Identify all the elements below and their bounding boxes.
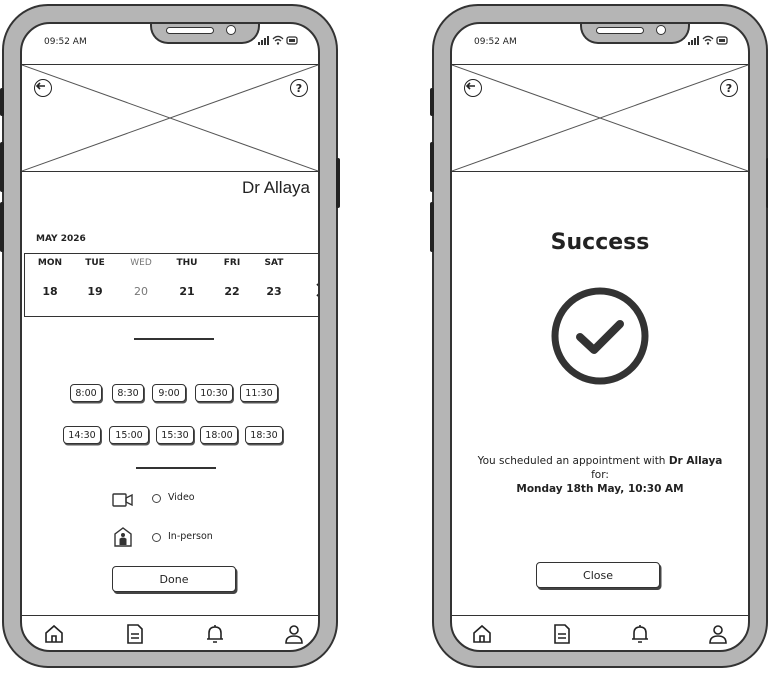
day-mon[interactable]: MON 18 [30, 254, 70, 298]
back-arrow-icon[interactable] [34, 79, 52, 97]
day-name: TUE [85, 258, 105, 268]
bottom-nav [22, 615, 318, 650]
day-name: WED [130, 258, 152, 268]
time-slot[interactable]: 18:30 [245, 426, 283, 444]
document-icon[interactable] [126, 624, 144, 648]
in-person-icon [113, 527, 133, 551]
day-thu[interactable]: THU 21 [167, 254, 207, 298]
week-selector: MON 18 TUE 19 WED 20 THU 21 FRI 22 SAT 2… [24, 253, 318, 317]
time-slot[interactable]: 8:30 [112, 384, 144, 402]
hero-image-placeholder: ? [22, 64, 318, 172]
time-slot[interactable]: 14:30 [63, 426, 101, 444]
day-date: 18 [42, 285, 58, 298]
help-icon[interactable]: ? [720, 79, 738, 97]
hero-image-placeholder: ? [452, 64, 748, 172]
day-tue[interactable]: TUE 19 [75, 254, 115, 298]
side-button [430, 88, 434, 116]
doctor-name: Dr Allaya [241, 178, 310, 197]
day-name: FRI [223, 258, 241, 268]
camera [656, 25, 666, 35]
side-button [430, 142, 434, 192]
day-wed: WED 20 [121, 254, 161, 298]
message-prefix: You scheduled an appointment with [477, 455, 666, 467]
divider [134, 338, 214, 340]
day-fri[interactable]: FRI 22 [212, 254, 252, 298]
day-date: 22 [224, 285, 240, 298]
success-title: Success [550, 230, 650, 255]
bell-icon[interactable] [630, 624, 650, 648]
radio-video[interactable] [152, 494, 161, 503]
day-name: SAT [264, 258, 284, 268]
time-slot[interactable]: 18:00 [200, 426, 238, 444]
home-icon[interactable] [44, 624, 64, 648]
booking-screen: 09:52 AM ? Dr Allaya MAY 2026 MON 18 TUE… [20, 22, 320, 652]
phone-booking: 09:52 AM ? Dr Allaya MAY 2026 MON 18 TUE… [0, 4, 340, 668]
side-button [336, 158, 340, 208]
option-label-video: Video [168, 492, 195, 503]
phone-confirmation: 09:52 AM ? Success You scheduled an appo… [430, 4, 768, 668]
user-icon[interactable] [708, 624, 728, 648]
user-icon[interactable] [284, 624, 304, 648]
day-date: 21 [179, 285, 195, 298]
status-icons [258, 34, 300, 49]
day-sat[interactable]: SAT 23 [254, 254, 294, 298]
help-icon[interactable]: ? [290, 79, 308, 97]
status-time: 09:52 AM [44, 37, 87, 47]
time-slot[interactable]: 9:00 [152, 384, 186, 402]
message-doctor: Dr Allaya [668, 455, 723, 467]
time-slot[interactable]: 15:00 [109, 426, 149, 444]
day-date: 19 [87, 285, 103, 298]
side-button [0, 142, 4, 192]
document-icon[interactable] [553, 624, 571, 648]
check-circle-icon [550, 286, 650, 390]
notch [150, 24, 260, 44]
close-button[interactable]: Close [536, 562, 660, 588]
bottom-nav [452, 615, 748, 650]
day-date: 20 [134, 285, 148, 298]
radio-in-person[interactable] [152, 533, 161, 542]
confirmation-message: You scheduled an appointment with Dr All… [452, 454, 748, 496]
back-arrow-icon[interactable] [464, 79, 482, 97]
bell-icon[interactable] [205, 624, 225, 648]
notch [580, 24, 690, 44]
status-icons [688, 34, 730, 49]
status-time: 09:52 AM [474, 37, 517, 47]
done-button[interactable]: Done [112, 566, 236, 592]
home-icon[interactable] [472, 624, 492, 648]
chevron-right-icon[interactable] [315, 282, 318, 301]
day-name: THU [176, 258, 198, 268]
time-slot[interactable]: 11:30 [240, 384, 278, 402]
day-name: MON [37, 258, 63, 268]
option-label-in-person: In-person [168, 531, 213, 542]
month-label: MAY 2026 [36, 234, 86, 244]
side-button [0, 88, 4, 116]
divider [136, 467, 216, 469]
side-button [430, 202, 434, 252]
speaker [166, 27, 214, 34]
day-date: 23 [266, 285, 282, 298]
video-camera-icon [112, 492, 134, 511]
confirmation-screen: 09:52 AM ? Success You scheduled an appo… [450, 22, 750, 652]
speaker [596, 27, 644, 34]
time-slot[interactable]: 8:00 [70, 384, 102, 402]
time-slot[interactable]: 10:30 [195, 384, 233, 402]
message-for: for: [591, 469, 609, 481]
camera [226, 25, 236, 35]
time-slot[interactable]: 15:30 [156, 426, 194, 444]
side-button [0, 202, 4, 252]
appointment-datetime: Monday 18th May, 10:30 AM [516, 483, 684, 495]
